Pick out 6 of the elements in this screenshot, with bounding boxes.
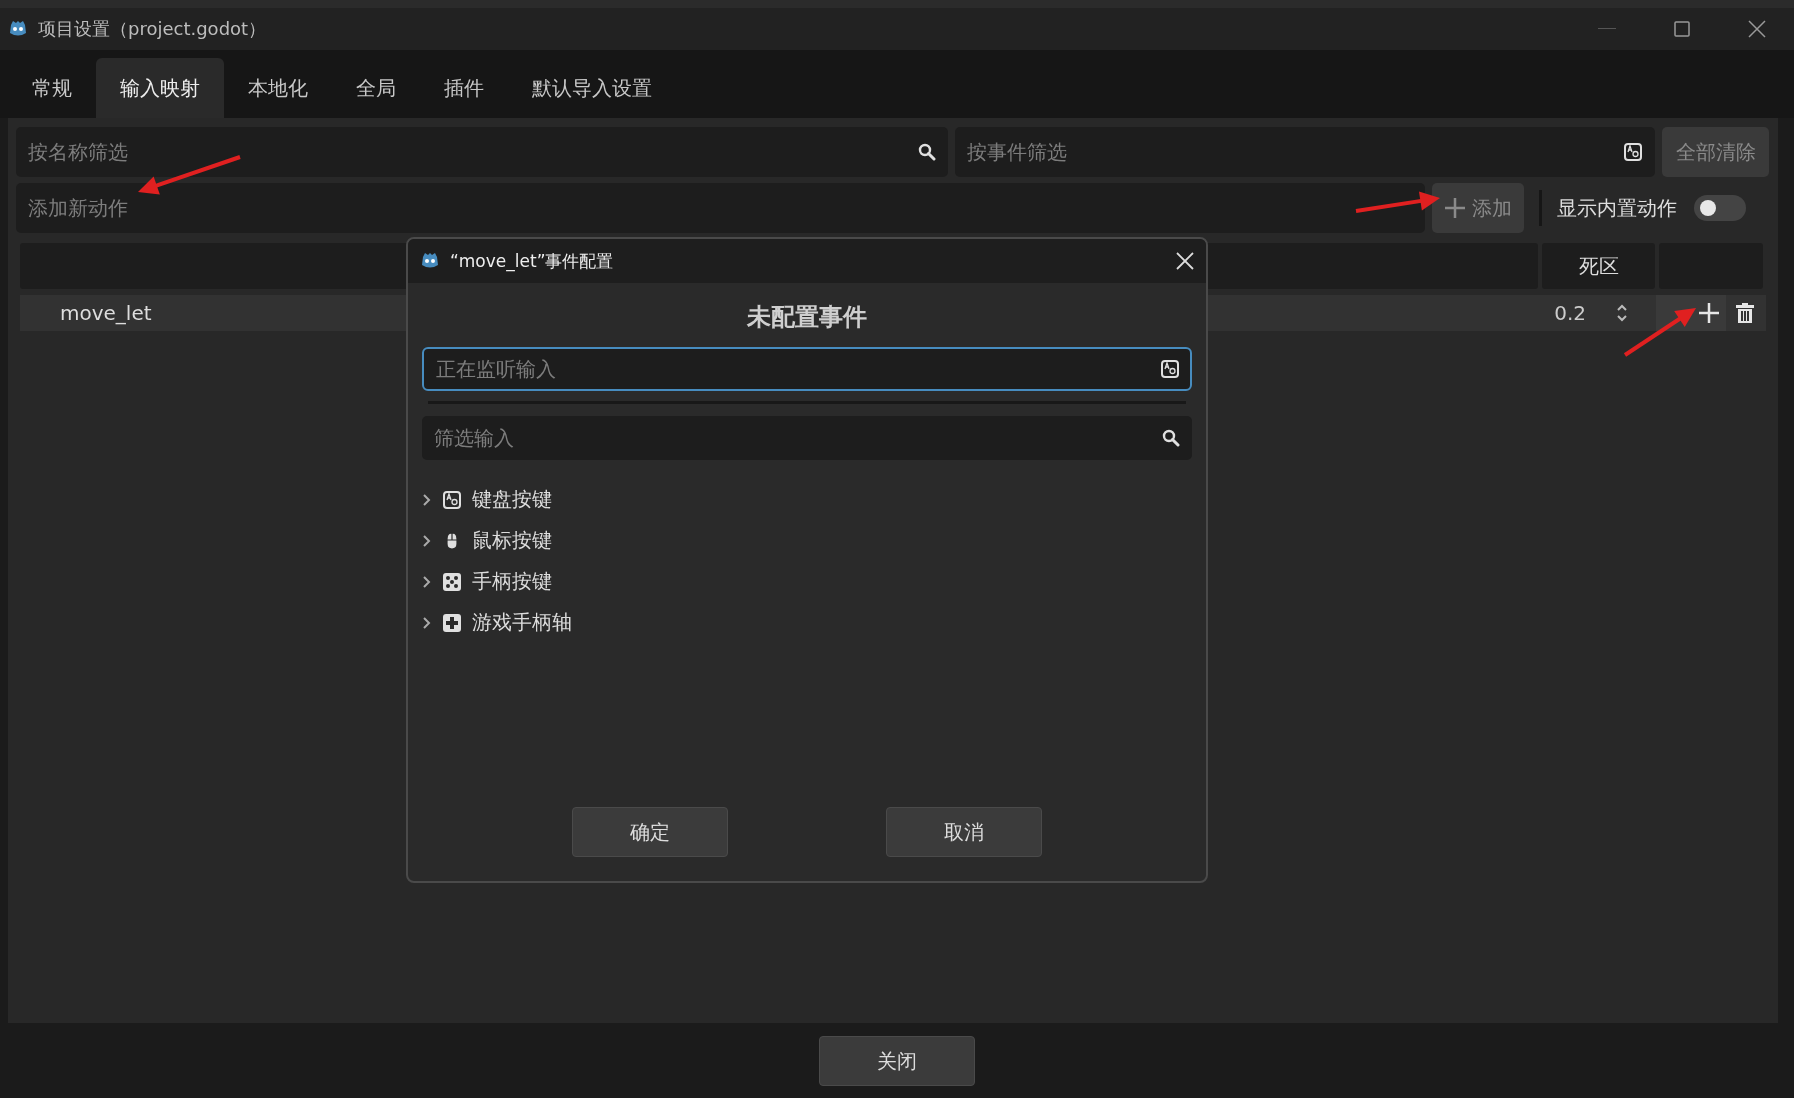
dialog-title: “move_let”事件配置 xyxy=(450,249,614,273)
dialog-heading: 未配置事件 xyxy=(747,302,867,333)
column-header: 死区 xyxy=(1542,243,1655,289)
show-builtin-label: 显示内置动作 xyxy=(1557,194,1677,222)
window-title: 项目设置（project.godot） xyxy=(38,17,267,41)
action-name: move_let xyxy=(60,301,152,325)
